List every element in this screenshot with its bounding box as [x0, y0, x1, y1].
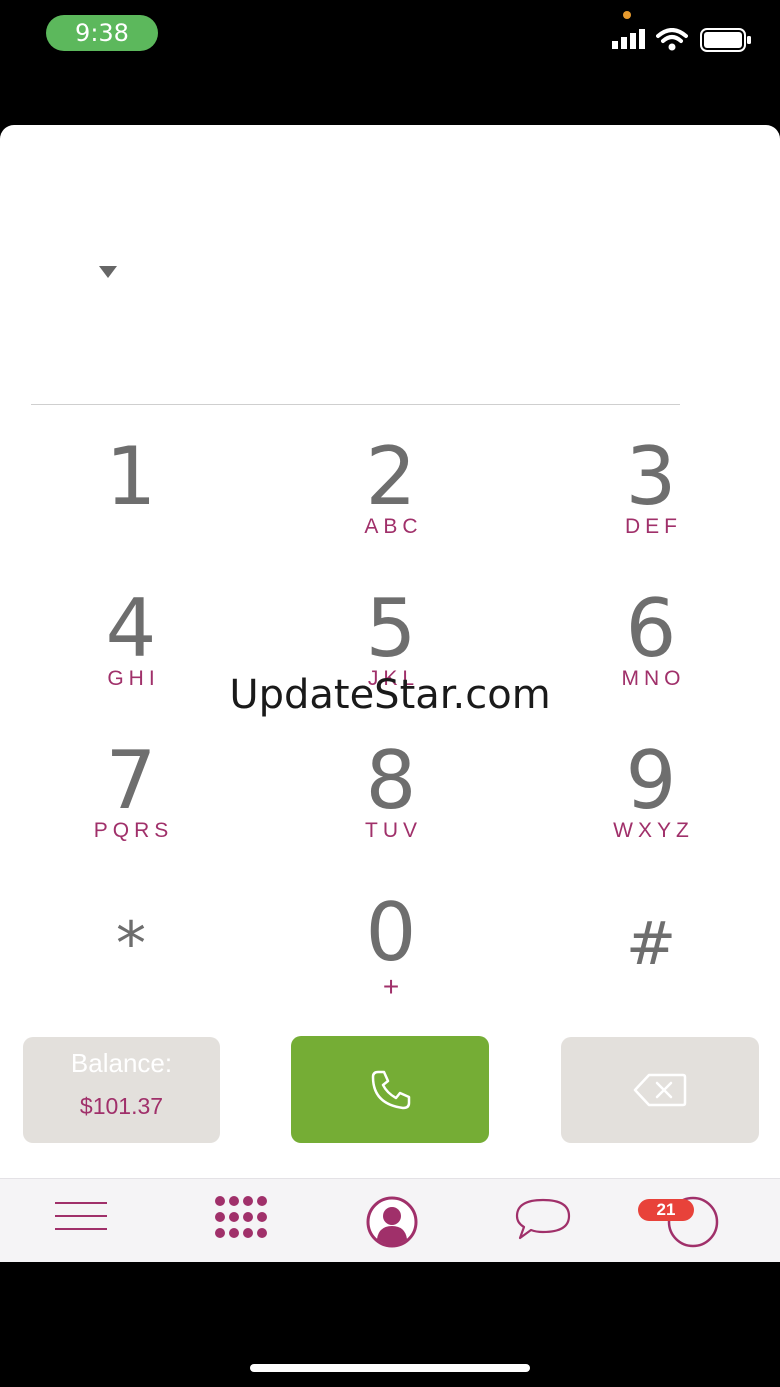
privacy-indicator [623, 11, 631, 19]
divider [31, 404, 680, 405]
phone-icon [371, 1070, 411, 1110]
key-2[interactable]: 2 ABC [291, 435, 491, 565]
wifi-icon [656, 28, 688, 51]
key-star[interactable]: * [31, 891, 231, 1021]
tab-bar: 21 [0, 1178, 780, 1262]
key-letters: WXYZ [613, 819, 694, 842]
key-7[interactable]: 7 PQRS [31, 739, 231, 869]
key-digit: 4 [105, 582, 157, 675]
keypad-icon [215, 1196, 267, 1238]
key-digit: 1 [105, 430, 157, 523]
key-digit: 2 [365, 430, 417, 523]
status-time: 9:38 [46, 15, 158, 51]
backspace-icon [633, 1073, 687, 1107]
number-display[interactable] [140, 245, 640, 305]
key-letters: ABC [364, 515, 423, 538]
key-letters: DEF [625, 515, 682, 538]
key-letters: + [382, 971, 405, 1002]
key-3[interactable]: 3 DEF [551, 435, 751, 565]
key-1[interactable]: 1 [31, 435, 231, 565]
notification-badge: 21 [638, 1199, 694, 1221]
menu-icon [55, 1202, 107, 1230]
tab-messages[interactable] [492, 1179, 592, 1262]
battery-icon [700, 28, 751, 52]
balance-value: $101.37 [79, 1093, 164, 1119]
balance-label: Balance: [70, 1048, 173, 1078]
tab-keypad[interactable] [190, 1179, 290, 1262]
key-digit: # [625, 909, 677, 979]
key-hash[interactable]: # [551, 891, 751, 1021]
cellular-signal-icon [612, 29, 645, 49]
tab-contacts[interactable] [340, 1179, 440, 1262]
key-digit: * [116, 909, 146, 979]
key-8[interactable]: 8 TUV [291, 739, 491, 869]
watermark-text: UpdateStar.com [229, 672, 551, 718]
key-digit: 0 [365, 886, 417, 979]
backspace-button[interactable] [561, 1037, 759, 1143]
contacts-icon [366, 1196, 418, 1248]
key-digit: 3 [625, 430, 677, 523]
balance-display[interactable]: Balance: $101.37 [23, 1037, 220, 1143]
key-digit: 6 [625, 582, 677, 675]
key-digit: 9 [625, 734, 677, 827]
home-indicator[interactable] [250, 1364, 530, 1372]
key-letters: PQRS [93, 819, 174, 842]
tab-menu[interactable] [30, 1179, 130, 1262]
key-digit: 7 [105, 734, 157, 827]
key-0[interactable]: 0 + [291, 891, 491, 1021]
messages-icon [515, 1198, 571, 1240]
dialer-screen: 1 2 ABC 3 DEF 4 GHI 5 JKL 6 MNO 7 PQRS 8… [0, 125, 780, 1262]
key-9[interactable]: 9 WXYZ [551, 739, 751, 869]
call-button[interactable] [291, 1036, 489, 1143]
key-digit: 5 [365, 582, 417, 675]
caret-down-icon[interactable] [99, 266, 117, 278]
key-digit: 8 [365, 734, 417, 827]
key-letters: TUV [365, 819, 422, 842]
status-bar: 9:38 [0, 0, 780, 90]
